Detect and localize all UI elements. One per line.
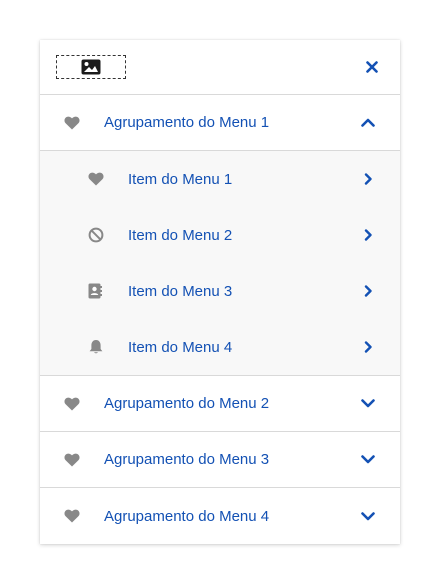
heart-icon xyxy=(40,509,104,523)
menu-item-1[interactable]: Item do Menu 1 xyxy=(40,151,400,207)
menu-group-label: Agrupamento do Menu 3 xyxy=(104,451,270,468)
heart-icon xyxy=(40,453,104,467)
chevron-down-icon[interactable] xyxy=(336,399,400,408)
chevron-up-icon[interactable] xyxy=(336,118,400,127)
address-book-icon xyxy=(40,283,128,299)
bell-icon xyxy=(40,339,128,355)
menu-group-3[interactable]: Agrupamento do Menu 3 xyxy=(40,432,400,488)
heart-icon xyxy=(40,172,128,186)
menu-item-2[interactable]: Item do Menu 2 xyxy=(40,207,400,263)
chevron-right-icon xyxy=(336,229,400,241)
submenu-list: Item do Menu 1 Item do Menu 2 Item do Me… xyxy=(40,151,400,376)
chevron-right-icon xyxy=(336,341,400,353)
menu-item-label: Item do Menu 4 xyxy=(128,338,233,356)
menu-group-2[interactable]: Agrupamento do Menu 2 xyxy=(40,376,400,432)
menu-group-label: Agrupamento do Menu 1 xyxy=(104,114,270,131)
close-button[interactable] xyxy=(344,40,400,95)
menu-group-label: Agrupamento do Menu 4 xyxy=(104,507,270,525)
menu-panel: Agrupamento do Menu 1 Item do Menu 1 Ite… xyxy=(40,40,400,544)
menu-item-4[interactable]: Item do Menu 4 xyxy=(40,319,400,375)
logo-placeholder[interactable] xyxy=(56,55,126,79)
chevron-right-icon xyxy=(336,173,400,185)
ban-icon xyxy=(40,227,128,243)
menu-item-label: Item do Menu 2 xyxy=(128,226,233,244)
menu-item-label: Item do Menu 1 xyxy=(128,170,233,188)
image-icon xyxy=(81,59,101,75)
chevron-right-icon xyxy=(336,285,400,297)
menu-group-1[interactable]: Agrupamento do Menu 1 xyxy=(40,95,400,151)
heart-icon xyxy=(40,397,104,411)
chevron-down-icon[interactable] xyxy=(336,511,400,521)
menu-item-3[interactable]: Item do Menu 3 xyxy=(40,263,400,319)
heart-icon xyxy=(40,116,104,130)
menu-group-label: Agrupamento do Menu 2 xyxy=(104,395,270,412)
chevron-down-icon[interactable] xyxy=(336,455,400,464)
menu-item-label: Item do Menu 3 xyxy=(128,282,233,300)
menu-group-4[interactable]: Agrupamento do Menu 4 xyxy=(40,488,400,544)
menu-header xyxy=(40,40,400,95)
close-icon xyxy=(366,61,378,73)
